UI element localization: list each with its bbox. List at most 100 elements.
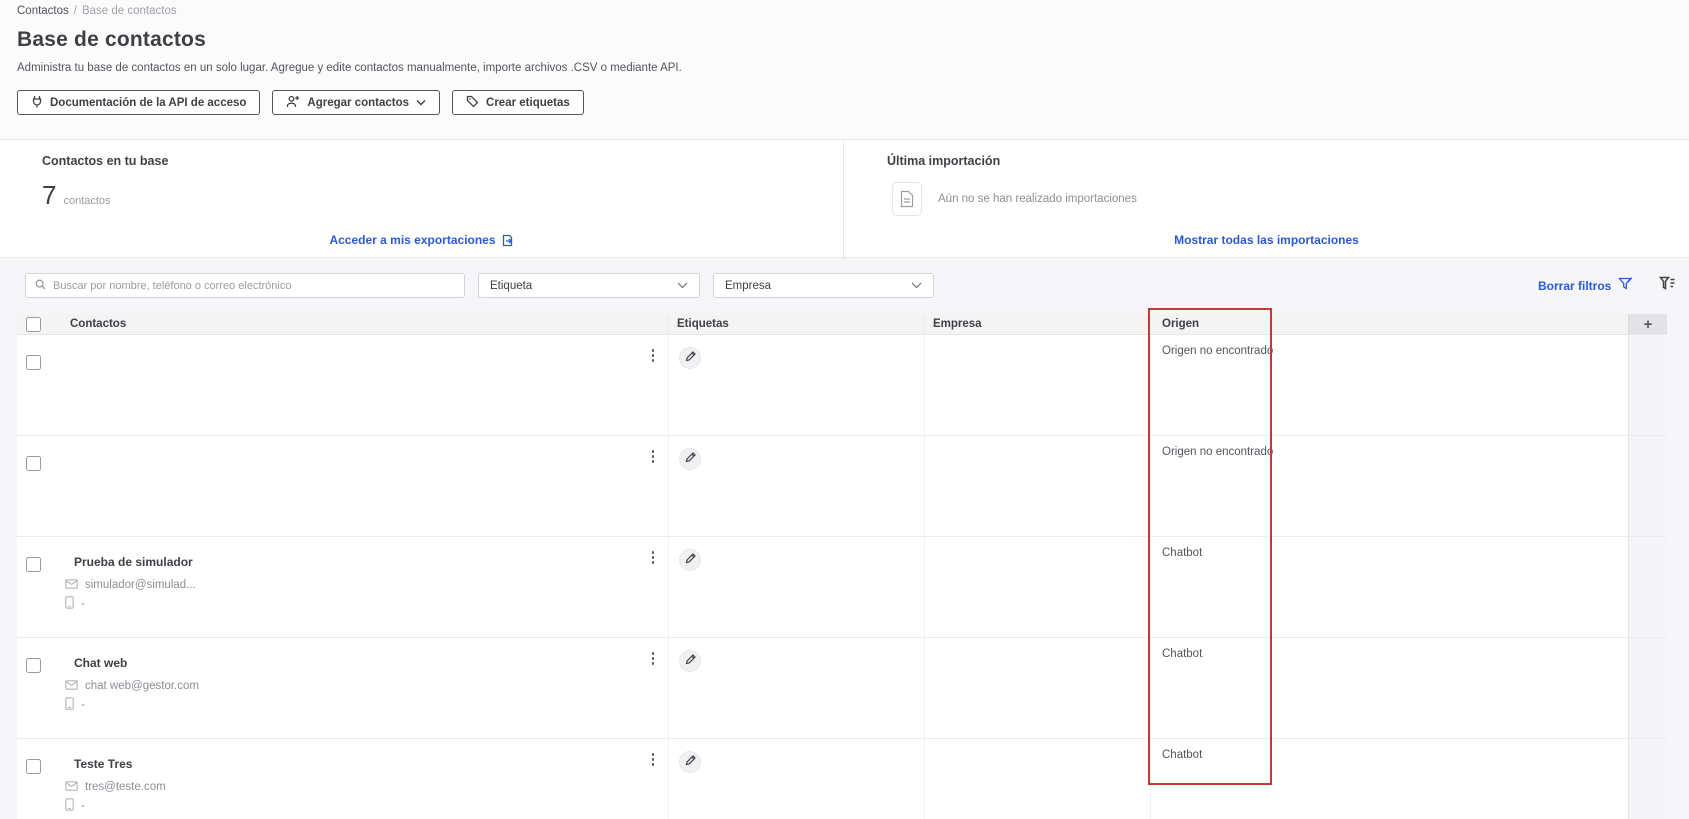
contacts-table: Contactos Etiquetas Empresa Origen + Ori… [17, 314, 1667, 819]
company-cell [924, 739, 1150, 819]
header-cell-tags: Etiquetas [668, 314, 924, 334]
contacts-summary-card: Contactos en tu base 7 contactos Acceder… [0, 140, 843, 259]
edit-tags-button[interactable] [679, 751, 701, 773]
tags-cell [668, 436, 924, 536]
company-cell [924, 335, 1150, 435]
mobile-phone-icon [65, 697, 74, 713]
row-menu-kebab-icon[interactable] [648, 448, 658, 465]
row-checkbox[interactable] [26, 658, 41, 673]
add-column-cell [1628, 335, 1667, 435]
api-docs-button[interactable]: Documentación de la API de acceso [17, 90, 261, 115]
exports-link[interactable]: Acceder a mis exportaciones [0, 233, 843, 247]
tags-cell [668, 335, 924, 435]
table-row: Prueba de simulador simulador@simulad...… [17, 537, 1667, 638]
chevron-down-icon [416, 97, 426, 109]
contact-phone: - [81, 598, 85, 610]
row-checkbox[interactable] [26, 355, 41, 370]
edit-tags-button[interactable] [679, 347, 701, 369]
pencil-icon [685, 652, 696, 670]
api-docs-label: Documentación de la API de acceso [50, 96, 247, 109]
origin-value: Chatbot [1162, 648, 1203, 660]
origin-value: Origen no encontrado [1162, 446, 1274, 458]
search-box [25, 273, 465, 298]
table-row: Origen no encontrado [17, 436, 1667, 537]
edit-tags-button[interactable] [679, 549, 701, 571]
header-cell-contacts: Contactos [17, 314, 668, 334]
contact-email: tres@teste.com [85, 781, 166, 793]
contact-email-line: simulador@simulad... [65, 578, 196, 592]
contact-email-line: chat web@gestor.com [65, 679, 199, 693]
row-menu-kebab-icon[interactable] [648, 347, 658, 364]
filter-bar: Etiqueta Empresa Borrar filtros [0, 273, 1689, 301]
contact-email: chat web@gestor.com [85, 680, 199, 692]
edit-tags-button[interactable] [679, 448, 701, 470]
add-column-cell [1628, 537, 1667, 637]
contact-name: Teste Tres [74, 757, 133, 771]
row-checkbox[interactable] [26, 456, 41, 471]
page-subtitle: Administra tu base de contactos en un so… [17, 62, 682, 74]
contact-phone-line: - [65, 596, 196, 611]
page-title: Base de contactos [17, 28, 206, 51]
contact-name: Prueba de simulador [74, 555, 193, 569]
show-all-imports-label: Mostrar todas las importaciones [1174, 233, 1359, 247]
origin-cell: Chatbot [1150, 638, 1628, 738]
row-checkbox[interactable] [26, 557, 41, 572]
contacts-count-unit: contactos [63, 195, 111, 207]
row-menu-kebab-icon[interactable] [648, 751, 658, 768]
contact-cell: Prueba de simulador simulador@simulad...… [17, 537, 668, 637]
clear-filters-button[interactable]: Borrar filtros [1538, 277, 1633, 294]
import-empty-message: Aún no se han realizado importaciones [938, 193, 1137, 205]
origin-value: Origen no encontrado [1162, 345, 1274, 357]
row-checkbox[interactable] [26, 759, 41, 774]
company-cell [924, 537, 1150, 637]
exports-link-label: Acceder a mis exportaciones [329, 233, 496, 247]
company-column-label: Empresa [933, 318, 982, 330]
add-column-cell [1628, 638, 1667, 738]
person-plus-icon [286, 95, 300, 111]
envelope-icon [65, 679, 78, 693]
origin-cell: Origen no encontrado [1150, 335, 1628, 435]
row-menu-kebab-icon[interactable] [648, 549, 658, 566]
pencil-icon [685, 753, 696, 771]
add-column-cell [1628, 739, 1667, 819]
contact-email-line: tres@teste.com [65, 780, 166, 794]
contact-cell [17, 436, 668, 536]
create-tags-button[interactable]: Crear etiquetas [452, 90, 584, 115]
contact-info: Prueba de simulador simulador@simulad...… [65, 555, 196, 616]
contact-cell: Teste Tres tres@teste.com - [17, 739, 668, 819]
row-menu-kebab-icon[interactable] [648, 650, 658, 667]
contact-info: Chat web chat web@gestor.com - [65, 656, 199, 717]
table-body: Origen no encontrado Origen no encontrad… [17, 335, 1667, 819]
tag-filter-label: Etiqueta [490, 279, 533, 292]
company-filter-select[interactable]: Empresa [713, 273, 934, 298]
contact-phone: - [81, 699, 85, 711]
filter-list-icon[interactable] [1658, 276, 1676, 296]
contacts-page: Contactos / Base de contactos Base de cont… [0, 0, 1689, 819]
toolbar: Documentación de la API de acceso Agrega… [17, 90, 584, 115]
contact-phone-line: - [65, 697, 199, 713]
contacts-count: 7 contactos [42, 180, 111, 211]
edit-tags-button[interactable] [679, 650, 701, 672]
show-all-imports-link[interactable]: Mostrar todas las importaciones [844, 233, 1689, 247]
search-input[interactable] [53, 279, 455, 292]
import-empty-row: Aún no se han realizado importaciones [892, 182, 1137, 216]
add-contacts-button[interactable]: Agregar contactos [272, 90, 441, 115]
breadcrumb-contactos[interactable]: Contactos [17, 5, 69, 17]
tag-filter-select[interactable]: Etiqueta [478, 273, 700, 298]
plus-icon: + [1643, 315, 1653, 333]
contact-phone: - [81, 800, 85, 812]
add-column-button[interactable]: + [1628, 314, 1667, 334]
tags-column-label: Etiquetas [677, 318, 729, 330]
origin-cell: Chatbot [1150, 739, 1628, 819]
breadcrumb-separator: / [73, 5, 77, 17]
clear-filters-label: Borrar filtros [1538, 278, 1612, 293]
contact-cell: Chat web chat web@gestor.com - [17, 638, 668, 738]
search-icon [35, 277, 46, 295]
last-import-card: Última importación Aún no se han realiza… [843, 140, 1689, 259]
add-column-cell [1628, 436, 1667, 536]
header-cell-company: Empresa [924, 314, 1150, 334]
select-all-checkbox[interactable] [26, 317, 41, 332]
contact-name: Chat web [74, 656, 128, 670]
page-header: Contactos / Base de contactos Base de cont… [0, 0, 1689, 139]
header-cell-origin: Origen [1150, 314, 1628, 334]
